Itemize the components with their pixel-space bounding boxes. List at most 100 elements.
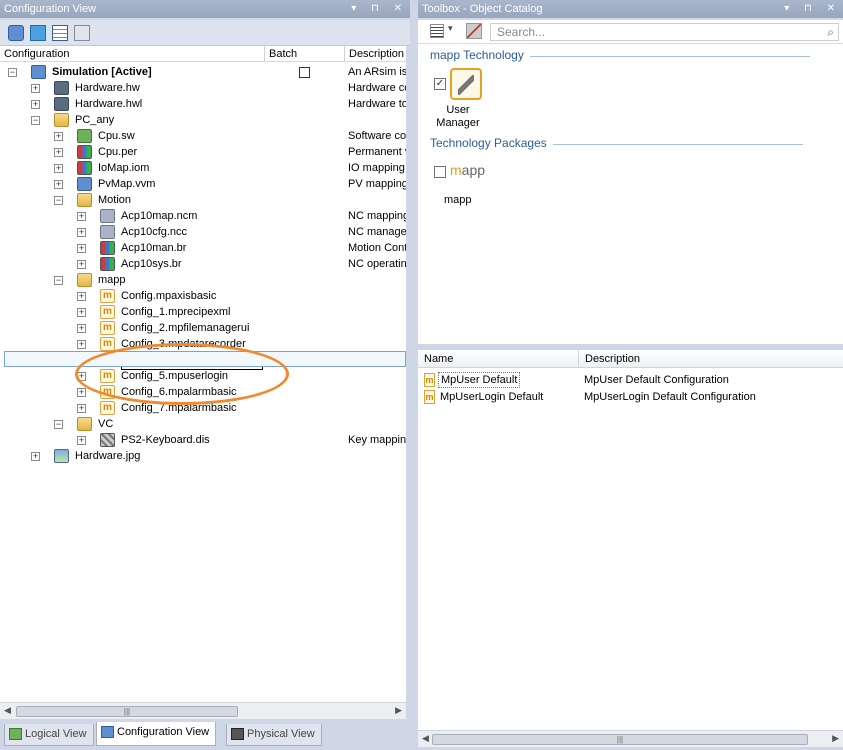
mapp-config-icon: m: [100, 401, 115, 415]
tree-item-description: An ARsim is: [348, 66, 406, 78]
configuration-icon[interactable]: [8, 25, 24, 41]
configuration-view-title: Configuration View: [4, 3, 97, 15]
expand-icon[interactable]: +: [54, 148, 63, 157]
expand-icon[interactable]: +: [31, 84, 40, 93]
tree-row[interactable]: + PvMap.vvm PV mapping: [0, 176, 406, 192]
tree-row[interactable]: − PC_any: [0, 112, 406, 128]
tree-row[interactable]: + Acp10map.ncm NC mapping: [0, 208, 406, 224]
window-controls[interactable]: ▾ ⊓ ✕: [351, 0, 408, 18]
column-batch[interactable]: Batch: [264, 46, 297, 62]
expand-icon[interactable]: +: [31, 452, 40, 461]
tree-row[interactable]: − Simulation [Active] An ARsim is: [0, 64, 406, 80]
list-item[interactable]: m MpUser Default MpUser Default Configur…: [418, 372, 843, 388]
expand-icon[interactable]: +: [77, 324, 86, 333]
expand-icon[interactable]: +: [77, 308, 86, 317]
logical-view-icon: [9, 728, 22, 740]
tree-horizontal-scrollbar[interactable]: ◀ ||| ▶: [0, 702, 406, 719]
view-options-icon[interactable]: [430, 24, 444, 38]
user-manager-checkbox[interactable]: ✓: [434, 78, 446, 90]
toolbox-titlebar[interactable]: Toolbox - Object Catalog ▾ ⊓ ✕: [418, 0, 843, 18]
permanent-icon: [77, 145, 92, 159]
expand-icon[interactable]: +: [31, 100, 40, 109]
user-manager-label[interactable]: User Manager: [418, 104, 498, 130]
list-horizontal-scrollbar[interactable]: ◀ ||| ▶: [418, 730, 843, 747]
tree-row[interactable]: − mapp: [0, 272, 406, 288]
tab-configuration-view[interactable]: Configuration View: [96, 722, 217, 746]
tab-logical-view-label: Logical View: [25, 728, 87, 740]
tree-item-label: PvMap.vvm: [98, 178, 156, 190]
tree-row[interactable]: + m Config_1.mprecipexml: [0, 304, 406, 320]
tree-row[interactable]: + Acp10sys.br NC operating: [0, 256, 406, 272]
expand-icon[interactable]: +: [54, 180, 63, 189]
column-configuration[interactable]: Configuration: [0, 46, 69, 62]
tree-row[interactable]: + IoMap.iom IO mapping f: [0, 160, 406, 176]
tree-row[interactable]: + Cpu.per Permanent v: [0, 144, 406, 160]
expand-icon[interactable]: +: [54, 164, 63, 173]
scroll-left-icon[interactable]: ◀: [422, 733, 429, 744]
expand-icon[interactable]: +: [77, 404, 86, 413]
tab-physical-view-label: Physical View: [247, 728, 315, 740]
expand-icon[interactable]: +: [77, 260, 86, 269]
tree-row[interactable]: − Motion: [0, 192, 406, 208]
search-icon[interactable]: ⌕: [827, 24, 834, 40]
tree-row[interactable]: + PS2-Keyboard.dis Key mapping: [0, 432, 406, 448]
collapse-icon[interactable]: −: [54, 196, 63, 205]
expand-icon[interactable]: +: [77, 212, 86, 221]
section-mapp-technology: mapp Technology: [430, 48, 810, 62]
tree-row[interactable]: + Cpu.sw Software cor: [0, 128, 406, 144]
tree-row[interactable]: + Hardware.jpg: [0, 448, 406, 464]
tab-logical-view[interactable]: Logical View: [4, 724, 94, 746]
list-item[interactable]: m MpUserLogin Default MpUserLogin Defaul…: [418, 389, 843, 405]
table-icon[interactable]: [52, 25, 68, 41]
mapp-logo[interactable]: mapp: [450, 162, 485, 178]
expand-icon[interactable]: +: [77, 388, 86, 397]
tree-item-label: mapp: [98, 274, 126, 286]
hardware-icon: [54, 81, 69, 95]
expand-icon[interactable]: +: [77, 228, 86, 237]
collapse-icon[interactable]: −: [54, 276, 63, 285]
window-controls[interactable]: ▾ ⊓ ✕: [784, 0, 841, 18]
expand-icon[interactable]: +: [77, 244, 86, 253]
tree-row[interactable]: + Hardware.hw Hardware co: [0, 80, 406, 96]
tab-physical-view[interactable]: Physical View: [226, 724, 322, 746]
view-options-dropdown-icon[interactable]: ▾: [448, 23, 453, 34]
key-icon: [458, 75, 474, 95]
configuration-view-titlebar[interactable]: Configuration View ▾ ⊓ ✕: [0, 0, 410, 18]
collapse-icon[interactable]: −: [54, 420, 63, 429]
expand-icon[interactable]: +: [77, 340, 86, 349]
tree-row[interactable]: + Hardware.hwl Hardware to: [0, 96, 406, 112]
scroll-right-icon[interactable]: ▶: [395, 705, 402, 716]
scroll-thumb[interactable]: |||: [432, 734, 808, 745]
tree-row[interactable]: + m Config.mpaxisbasic: [0, 288, 406, 304]
column-description[interactable]: Description: [344, 46, 404, 62]
expand-icon[interactable]: +: [77, 292, 86, 301]
mapp-package-checkbox[interactable]: [434, 166, 446, 178]
collapse-icon[interactable]: −: [8, 68, 17, 77]
highlight-ellipse: [75, 343, 289, 405]
tree-row[interactable]: + Acp10cfg.ncc NC manager: [0, 224, 406, 240]
configuration-view-icon: [101, 726, 114, 738]
tree-row[interactable]: − VC: [0, 416, 406, 432]
tree-item-label: Acp10cfg.ncc: [121, 226, 188, 238]
collapse-icon[interactable]: −: [31, 116, 40, 125]
tree-row[interactable]: + Acp10man.br Motion Contr: [0, 240, 406, 256]
mapp-package-label[interactable]: mapp: [444, 194, 472, 206]
column-name[interactable]: Name: [418, 350, 453, 368]
user-manager-tile[interactable]: [450, 68, 482, 100]
tree-item-description: IO mapping f: [348, 162, 406, 174]
batch-checkbox[interactable]: [299, 67, 310, 78]
search-input[interactable]: Search... ⌕: [490, 23, 839, 41]
properties-icon[interactable]: [74, 25, 90, 41]
tree-item-description: NC operating: [348, 258, 406, 270]
cube-icon[interactable]: [30, 25, 46, 41]
pv-map-icon: [77, 177, 92, 191]
scroll-thumb[interactable]: |||: [16, 706, 238, 717]
expand-icon[interactable]: +: [77, 436, 86, 445]
column-description[interactable]: Description: [578, 350, 640, 368]
tree-row[interactable]: + m Config_2.mpfilemanagerui: [0, 320, 406, 336]
scroll-left-icon[interactable]: ◀: [4, 705, 11, 716]
mapp-config-icon: m: [100, 321, 115, 335]
scroll-right-icon[interactable]: ▶: [832, 733, 839, 744]
expand-icon[interactable]: +: [54, 132, 63, 141]
clear-filter-icon[interactable]: [466, 23, 482, 39]
